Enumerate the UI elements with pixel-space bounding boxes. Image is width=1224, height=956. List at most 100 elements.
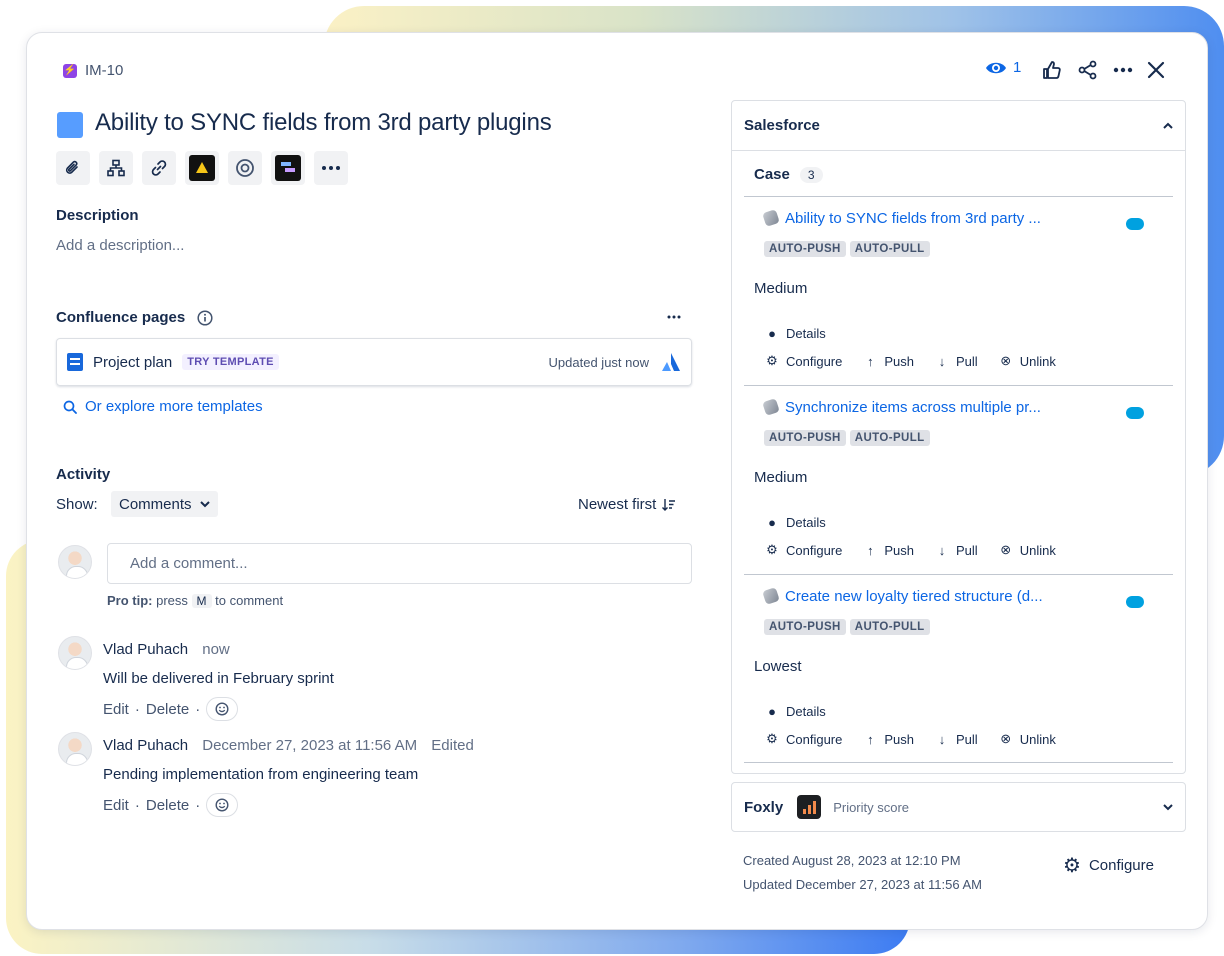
- pro-tip: Pro tip: press M to comment: [107, 593, 283, 608]
- avatar: [58, 636, 92, 670]
- close-button[interactable]: [1143, 57, 1169, 83]
- arrow-up-icon: ↑: [867, 353, 874, 369]
- salesforce-panel-header[interactable]: Salesforce: [732, 101, 1185, 151]
- unlink-button[interactable]: Unlink: [1020, 732, 1056, 747]
- auto-pull-tag: AUTO-PULL: [849, 619, 930, 635]
- push-button[interactable]: Push: [884, 354, 914, 369]
- link-issue-button[interactable]: [142, 151, 176, 185]
- comment-body: Pending implementation from engineering …: [103, 766, 419, 783]
- atlassian-icon: [662, 353, 680, 371]
- push-button[interactable]: Push: [884, 543, 914, 558]
- emoji-icon: [215, 798, 229, 812]
- configure-fields-button[interactable]: ⚙ Configure: [1063, 853, 1154, 878]
- comment-author[interactable]: Vlad Puhach: [103, 737, 188, 754]
- confluence-more-icon[interactable]: [667, 315, 681, 319]
- case-label: Case: [754, 166, 790, 183]
- eye-icon: [986, 62, 1006, 73]
- created-date: Created August 28, 2023 at 12:10 PM: [743, 853, 961, 868]
- description-field[interactable]: Add a description...: [56, 237, 184, 254]
- auto-push-tag: AUTO-PUSH: [764, 619, 846, 635]
- edit-comment-button[interactable]: Edit: [103, 797, 129, 814]
- add-reaction-button[interactable]: [206, 697, 239, 721]
- issue-color-swatch: [57, 112, 83, 138]
- more-icon: [1113, 67, 1133, 73]
- comment-actions: Edit · Delete ·: [103, 793, 239, 817]
- details-label: Details: [786, 326, 826, 341]
- comment-input[interactable]: Add a comment...: [107, 543, 692, 584]
- case-link[interactable]: Create new loyalty tiered structure (d..…: [762, 587, 1043, 605]
- app-triangle-button[interactable]: [185, 151, 219, 185]
- case-actions: ⚙ Configure ↑ Push ↓ Pull ⊗ Unlink: [764, 353, 1056, 369]
- salesforce-cloud-icon: [1126, 218, 1144, 230]
- separator: ·: [134, 700, 140, 718]
- pro-tip-label: Pro tip:: [107, 593, 153, 608]
- pull-button[interactable]: Pull: [956, 543, 978, 558]
- add-reaction-button[interactable]: [206, 793, 239, 817]
- case-link[interactable]: Ability to SYNC fields from 3rd party ..…: [762, 209, 1041, 227]
- foxly-panel[interactable]: Foxly Priority score: [731, 782, 1186, 832]
- app-board-button[interactable]: [271, 151, 305, 185]
- case-link[interactable]: Synchronize items across multiple pr...: [762, 398, 1041, 416]
- configure-button[interactable]: Configure: [786, 732, 842, 747]
- toolbar-more-button[interactable]: [314, 151, 348, 185]
- attach-button[interactable]: [56, 151, 90, 185]
- unlink-button[interactable]: Unlink: [1020, 354, 1056, 369]
- case-priority: Medium: [754, 469, 808, 486]
- pull-button[interactable]: Pull: [956, 732, 978, 747]
- configure-button[interactable]: Configure: [786, 543, 842, 558]
- share-button[interactable]: [1075, 57, 1101, 83]
- case-priority: Lowest: [754, 658, 802, 675]
- confluence-page-row[interactable]: Project plan TRY TEMPLATE Updated just n…: [56, 338, 692, 386]
- thumbs-up-icon: [1043, 61, 1061, 79]
- comment-time: December 27, 2023 at 11:56 AM: [202, 737, 418, 754]
- info-icon[interactable]: [197, 310, 213, 326]
- salesforce-cloud-icon: [1126, 596, 1144, 608]
- sort-toggle[interactable]: Newest first: [578, 496, 676, 513]
- salesforce-title: Salesforce: [744, 117, 820, 134]
- app-target-button[interactable]: [228, 151, 262, 185]
- target-icon: [236, 159, 254, 177]
- gear-icon: ⚙: [766, 731, 778, 746]
- unlink-button[interactable]: Unlink: [1020, 543, 1056, 558]
- more-actions-button[interactable]: [1110, 57, 1136, 83]
- pro-tip-press: press: [156, 593, 188, 608]
- auto-pull-tag: AUTO-PULL: [849, 241, 930, 257]
- issue-key[interactable]: IM-10: [85, 62, 123, 79]
- delete-comment-button[interactable]: Delete: [146, 797, 189, 814]
- push-button[interactable]: Push: [884, 732, 914, 747]
- delete-comment-button[interactable]: Delete: [146, 701, 189, 718]
- comment-actions: Edit · Delete ·: [103, 697, 239, 721]
- like-button[interactable]: [1039, 57, 1065, 83]
- eye-icon: ●: [768, 326, 776, 341]
- triangle-app-icon: [189, 155, 215, 181]
- gear-icon: ⚙: [766, 542, 778, 557]
- details-button[interactable]: ● Details: [764, 326, 826, 341]
- confluence-label: Confluence pages: [56, 309, 186, 326]
- salesforce-panel: Salesforce Case 3 Ability to SYNC fields…: [731, 100, 1186, 774]
- gear-icon: ⚙: [1063, 855, 1081, 877]
- issue-title[interactable]: Ability to SYNC fields from 3rd party pl…: [95, 109, 552, 137]
- separator: ·: [195, 700, 201, 718]
- emoji-icon: [215, 702, 229, 716]
- search-icon: [63, 400, 77, 414]
- eye-icon: ●: [768, 704, 776, 719]
- watch-button[interactable]: 1: [985, 59, 1021, 76]
- case-priority: Medium: [754, 280, 808, 297]
- details-button[interactable]: ● Details: [764, 515, 826, 530]
- comment-header: Vlad Puhach now: [103, 641, 230, 658]
- case-title: Synchronize items across multiple pr...: [785, 399, 1041, 416]
- comment-time: now: [202, 641, 230, 658]
- case-actions: ⚙ Configure ↑ Push ↓ Pull ⊗ Unlink: [764, 731, 1056, 747]
- case-title: Ability to SYNC fields from 3rd party ..…: [785, 210, 1041, 227]
- activity-filter-dropdown[interactable]: Comments: [111, 491, 218, 517]
- details-button[interactable]: ● Details: [764, 704, 826, 719]
- configure-button[interactable]: Configure: [786, 354, 842, 369]
- comment-author[interactable]: Vlad Puhach: [103, 641, 188, 658]
- explore-templates-link[interactable]: Or explore more templates: [63, 398, 263, 415]
- edit-comment-button[interactable]: Edit: [103, 701, 129, 718]
- child-issue-button[interactable]: [99, 151, 133, 185]
- case-header: Case 3: [754, 166, 823, 183]
- chevron-down-icon: [1163, 803, 1173, 810]
- pull-button[interactable]: Pull: [956, 354, 978, 369]
- activity-label: Activity: [56, 466, 111, 483]
